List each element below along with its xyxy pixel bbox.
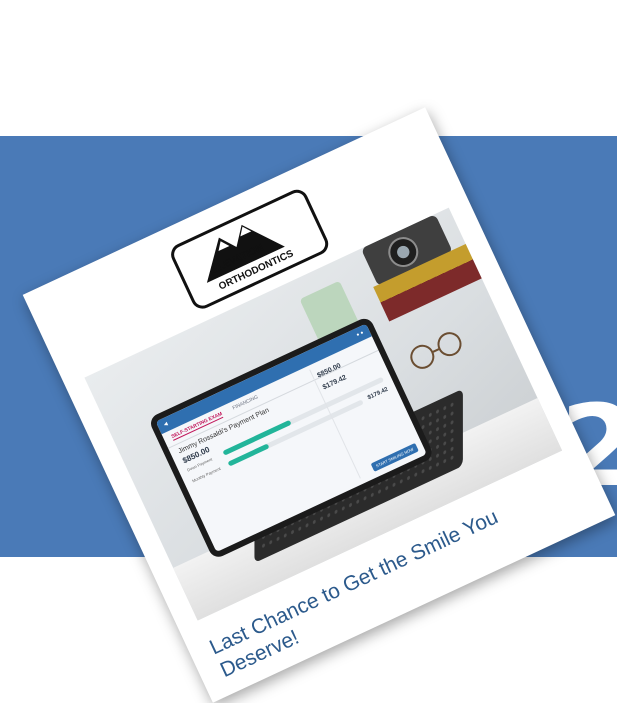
topbar-right: ● ● [355,329,365,339]
topbar-left: ◀ [162,421,169,429]
eyeglasses [410,332,462,369]
